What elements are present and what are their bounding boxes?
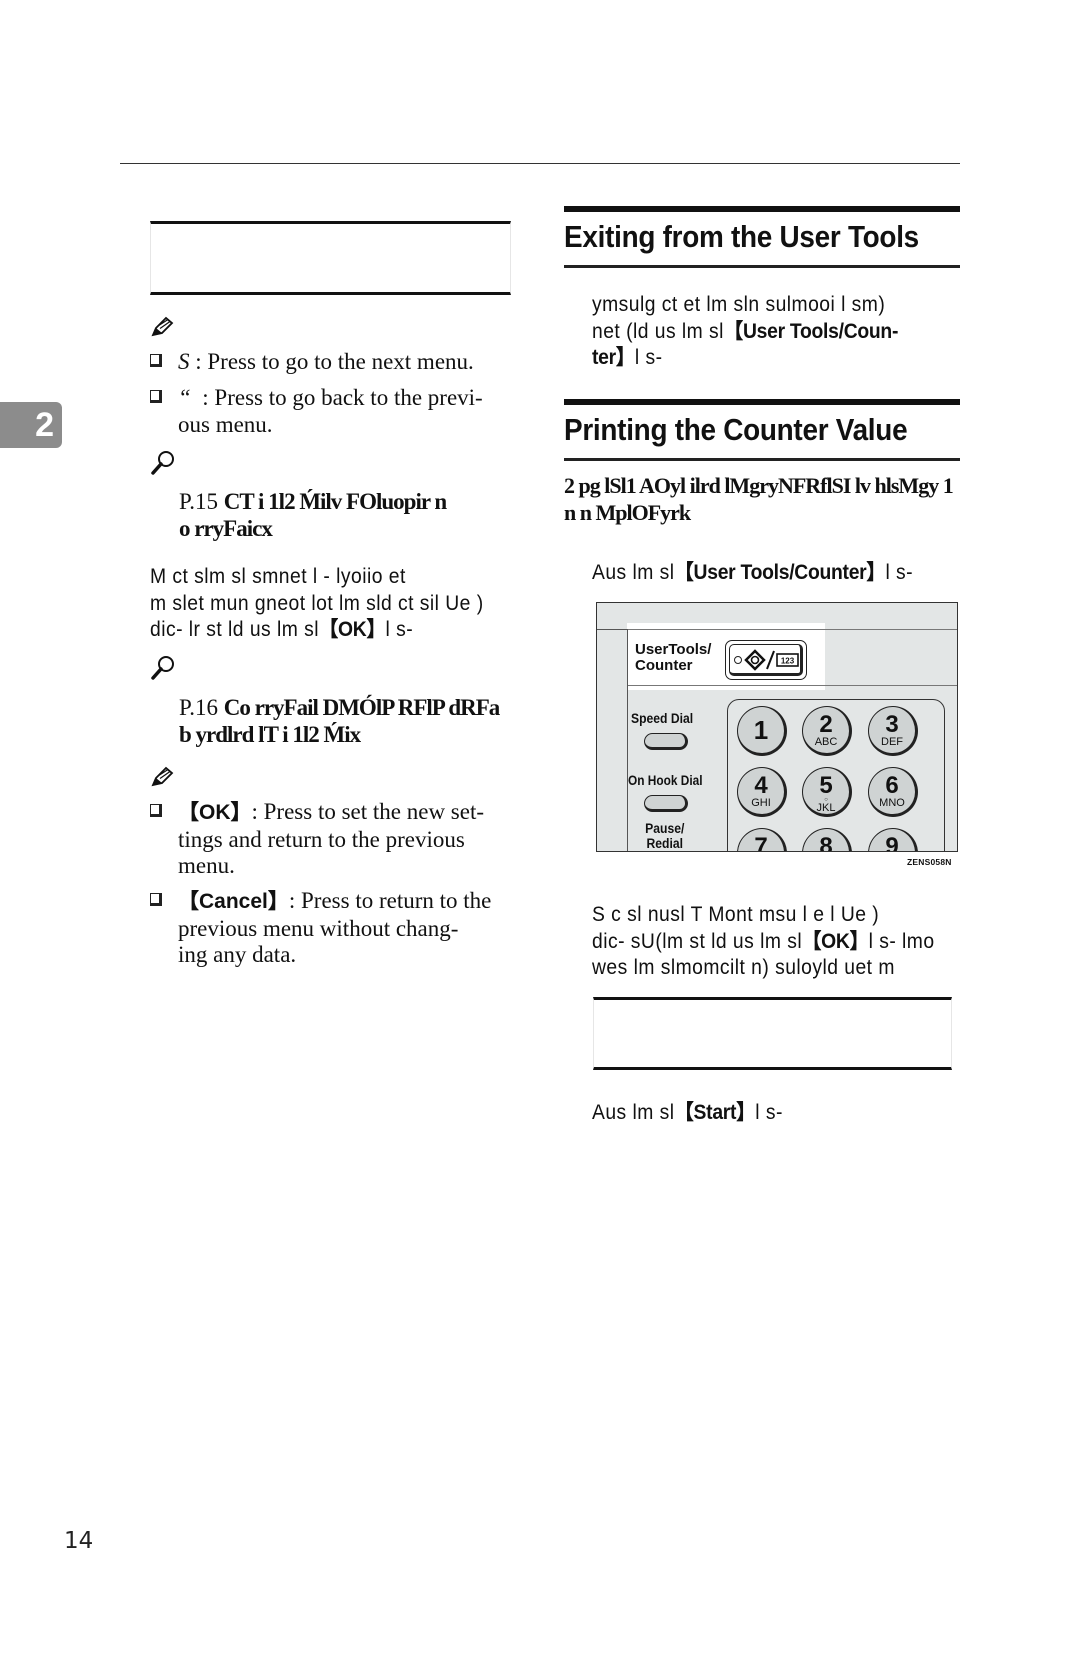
magnifier-reference-icon [151, 451, 174, 475]
reference-page: P.15 [179, 489, 218, 514]
note-text-cont: menu. [178, 853, 235, 878]
key-2[interactable]: 2 ABC [802, 706, 852, 756]
note-text: : Press to return to the [288, 888, 492, 913]
svg-text:123: 123 [781, 657, 795, 666]
note-item-cancel: 【Cancel】: Press to return to the previous… [150, 888, 520, 969]
section-heading-print: Printing the Counter Value [564, 412, 908, 447]
user-tools-counter-button[interactable]: 123 [725, 640, 807, 680]
empty-heading-box-left [150, 221, 511, 295]
note-item-ok: 【OK】: Press to set the new set-tings and… [150, 799, 520, 880]
control-panel-illustration: UserTools/ Counter 123 Speed Dial On Hoo… [596, 602, 958, 852]
key-3[interactable]: 3 DEF [868, 706, 918, 756]
checkbox-bullet-icon [150, 390, 162, 403]
reference-title: CT i 1l2 Ḿilv FOluopir n [223, 489, 447, 514]
paragraph-line: ter】l s- [592, 346, 663, 369]
heading-rule-bottom [564, 458, 960, 461]
step-3: Aus lm sl【Start】l s- [592, 1101, 783, 1124]
print-intro: 2 pg lSl1 AOyl ilrd lMgryNFRflSI lv hlsM… [564, 472, 954, 526]
key-4[interactable]: 4 GHI [737, 767, 787, 817]
paragraph-1: M ct slm sl smnet l - lyoiio et m slet m… [150, 564, 484, 644]
reference-title-cont: b yrdlrd lT i 1l2 Ḿix [179, 722, 361, 747]
reference-link-1[interactable]: P.15 CT i 1l2 Ḿilv FOluopir n o rryFaic… [179, 488, 447, 542]
paragraph-line: S c sl nusl T Mont msu l e l Ue ) [592, 903, 880, 926]
note-item-previous-menu: “ : Press to go back to the previ-ous me… [150, 385, 520, 438]
ok-key-label: 【OK】 [178, 801, 252, 824]
checkbox-bullet-icon [150, 893, 162, 906]
user-tools-counter-key-label: 【User Tools/Counter】 [674, 561, 886, 584]
note-text-cont: previous menu without chang- [178, 915, 459, 941]
step-1: Aus lm sl【User Tools/Counter】l s- [592, 561, 914, 584]
paragraph-line: wes lm slmomcilt n) suloyld uet m [592, 956, 895, 979]
note-text: : Press to go back to the previ- [202, 385, 483, 410]
note-item-next-menu: S : Press to go to the next menu. [150, 349, 520, 376]
note-text: : Press to go to the next menu. [195, 349, 474, 374]
empty-heading-box-right [593, 997, 952, 1070]
speed-dial-label: Speed Dial [631, 711, 694, 726]
paragraph-line: dic- sU(lm st ld us lm sl【OK】l s- lmo [592, 929, 935, 953]
section-heading-exit: Exiting from the User Tools [564, 219, 919, 254]
intro-line: n n MplOFyrk [564, 500, 691, 525]
reference-page: P.16 [179, 695, 218, 720]
pause-redial-label: Pause/ Redial [645, 821, 685, 851]
key-symbol: S [178, 349, 190, 374]
pencil-note-icon [151, 316, 174, 337]
note-text-cont: ing any data. [178, 942, 297, 967]
checkbox-bullet-icon [150, 804, 162, 817]
intro-line: 2 pg lSl1 AOyl ilrd lMgryNFRflSI lv hlsM… [564, 473, 954, 498]
paragraph-line: m slet mun gneot lot lm sld ct sil Ue ) [150, 591, 484, 615]
note-text: : Press to set the new set- [251, 799, 485, 824]
reference-title: Co rryFail DMÓlP RFlP dRFa [223, 695, 501, 720]
step-2: S c sl nusl T Mont msu l e l Ue ) dic- s… [592, 902, 935, 982]
pencil-note-icon [151, 766, 174, 787]
figure-caption: ZENS058N [907, 857, 952, 867]
start-key-label: 【Start】 [674, 1101, 756, 1124]
chapter-tab: 2 [0, 402, 62, 448]
heading-rule-top [564, 206, 960, 212]
magnifier-reference-icon [151, 656, 174, 680]
key-6[interactable]: 6 MNO [868, 767, 918, 817]
exit-paragraph: ymsulg ct et lm sln sulmooi l sm) net (l… [592, 292, 898, 372]
paragraph-line: M ct slm sl smnet l - lyoiio et [150, 565, 406, 588]
reference-link-2[interactable]: P.16 Co rryFail DMÓlP RFlP dRFa b yrdlrd… [179, 694, 501, 748]
note-text-cont: ous menu. [178, 411, 273, 437]
key-1[interactable]: 1 [737, 706, 787, 756]
paragraph-line: net (ld us lm sl【User Tools/Coun- [592, 319, 899, 343]
key-5[interactable]: 5 ○ JKL [802, 767, 852, 817]
ok-key-label: 【OK】 [802, 929, 869, 953]
ok-key-label: 【OK】 [318, 618, 386, 641]
heading-rule-bottom [564, 265, 960, 268]
heading-rule-top [564, 399, 960, 405]
user-tools-counter-key-label: 【User Tools/Coun- [723, 319, 899, 343]
user-tools-label: UserTools/ Counter [635, 641, 712, 674]
paragraph-line: ymsulg ct et lm sln sulmooi l sm) [592, 293, 886, 316]
on-hook-dial-button[interactable] [644, 795, 688, 812]
reference-title-cont: o rryFaicx [179, 516, 273, 541]
header-rule [120, 163, 960, 164]
cancel-key-label: 【Cancel】 [178, 890, 289, 913]
page-number: 14 [64, 1528, 94, 1554]
note-text-cont: tings and return to the previous [178, 826, 465, 852]
key-symbol: “ [178, 385, 191, 410]
paragraph-line: dic- lr st ld us lm sl【OK】l s- [150, 618, 414, 641]
on-hook-dial-label: On Hook Dial [628, 773, 703, 788]
checkbox-bullet-icon [150, 354, 162, 367]
user-tools-counter-icon: 123 [734, 649, 799, 671]
speed-dial-button[interactable] [644, 733, 688, 750]
